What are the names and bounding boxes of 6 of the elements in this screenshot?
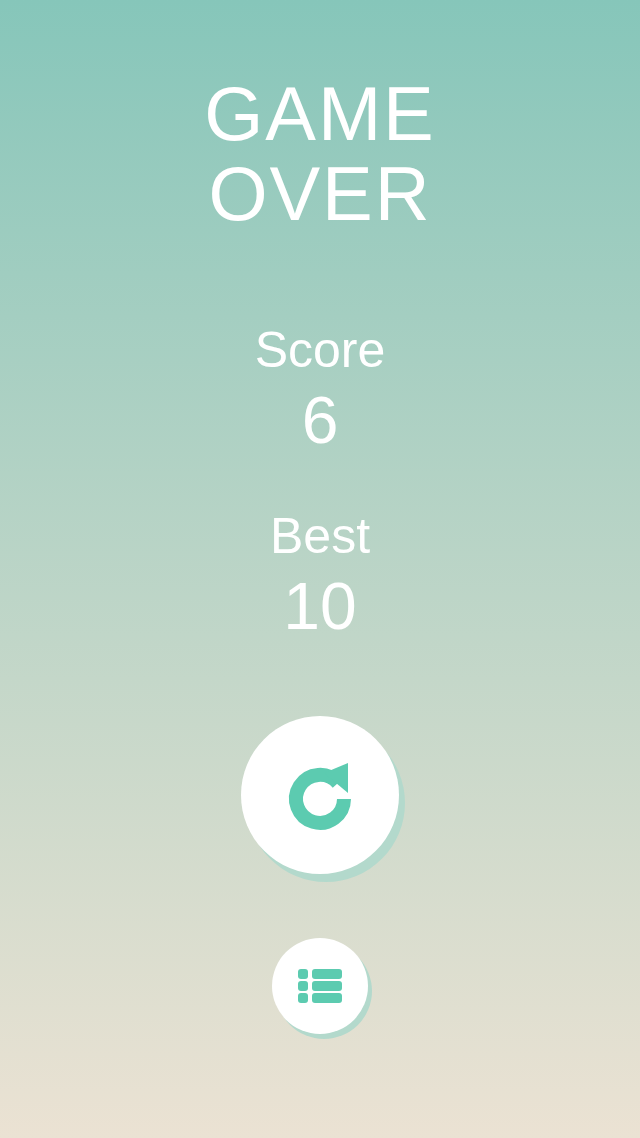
stat-label: Best — [269, 507, 371, 566]
stat-value: 10 — [283, 568, 357, 645]
game-over-title: GAME OVER — [203, 74, 437, 234]
stat-value: 6 — [301, 382, 339, 459]
stat-label: Score — [254, 321, 386, 380]
list-icon — [298, 969, 342, 1003]
